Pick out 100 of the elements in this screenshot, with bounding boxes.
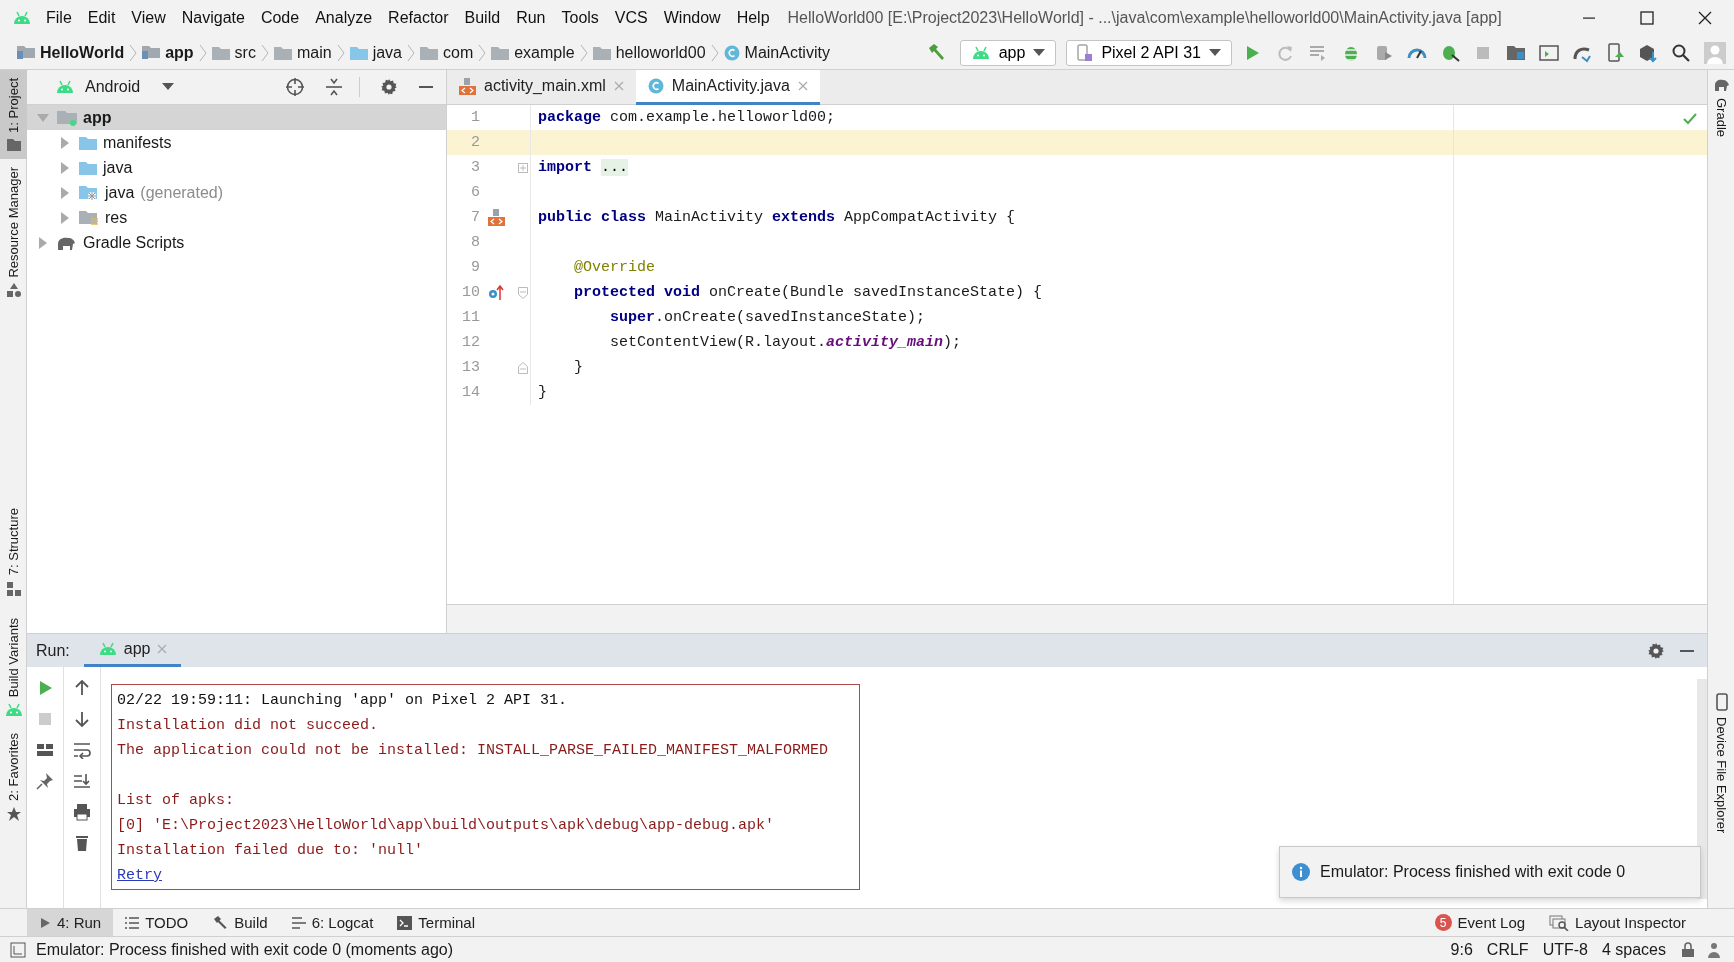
- layout-icon[interactable]: [36, 741, 54, 759]
- locate-icon[interactable]: [285, 77, 305, 97]
- menu-item[interactable]: Edit: [79, 9, 124, 27]
- chevron-icon: [579, 43, 588, 62]
- tool-window-tab[interactable]: 6: Logcat: [279, 909, 386, 936]
- tree-item[interactable]: app: [27, 105, 446, 130]
- chevron-icon: [129, 43, 138, 62]
- tree-item[interactable]: java (generated): [27, 180, 446, 205]
- collapsed-arrow-icon[interactable]: [37, 236, 49, 249]
- editor-tab[interactable]: activity_main.xml: [447, 70, 636, 105]
- run-panel-title: Run:: [36, 641, 70, 660]
- android-icon: [97, 642, 118, 656]
- print-icon[interactable]: [73, 803, 91, 821]
- breadcrumb-item[interactable]: main: [268, 43, 337, 62]
- tree-item[interactable]: manifests: [27, 130, 446, 155]
- status-item[interactable]: 4 spaces: [1601, 940, 1666, 959]
- delete-icon[interactable]: [73, 834, 91, 852]
- scrollbar[interactable]: [1697, 679, 1707, 899]
- retry-link[interactable]: Retry: [117, 867, 162, 884]
- soft-wrap-icon[interactable]: [73, 741, 91, 759]
- breadcrumb-item[interactable]: MainActivity: [718, 43, 835, 62]
- close-icon[interactable]: [1698, 11, 1712, 25]
- caret-icon: [1033, 48, 1046, 57]
- line-number: 1: [470, 109, 481, 126]
- menu-item[interactable]: Window: [655, 9, 729, 27]
- tool-window-tab[interactable]: 4: Run: [27, 909, 114, 936]
- down-arrow-icon[interactable]: [73, 710, 91, 728]
- tool-window-tab[interactable]: Layout Inspector: [1537, 909, 1698, 936]
- menu-item[interactable]: Analyze: [307, 9, 381, 27]
- lock-icon[interactable]: [1680, 941, 1696, 958]
- tool-window-tab[interactable]: 1: Project: [0, 70, 27, 159]
- pin-icon[interactable]: [36, 772, 54, 790]
- settings-icon[interactable]: [380, 78, 398, 96]
- tool-window-tab[interactable]: 5 Event Log: [1422, 909, 1538, 936]
- search-icon[interactable]: [1671, 42, 1691, 63]
- maximize-icon[interactable]: [1640, 11, 1654, 25]
- menu-item[interactable]: Tools: [553, 9, 607, 27]
- inspector-figure-icon[interactable]: [1706, 941, 1722, 958]
- tool-window-tab[interactable]: Device File Explorer: [1708, 685, 1734, 842]
- tool-window-tab[interactable]: 2: Favorites: [0, 725, 27, 830]
- package-download-icon[interactable]: [1638, 42, 1658, 63]
- status-item[interactable]: UTF-8: [1542, 940, 1588, 959]
- breadcrumb-item[interactable]: java: [344, 43, 407, 62]
- fold-collapse-icon[interactable]: [518, 286, 528, 299]
- tree-item[interactable]: java: [27, 155, 446, 180]
- run-configuration-dropdown[interactable]: app: [959, 39, 1057, 66]
- hammer-icon: [212, 914, 229, 931]
- menu-item[interactable]: Code: [252, 9, 308, 27]
- menu-item[interactable]: Refactor: [380, 9, 457, 27]
- collapse-all-icon[interactable]: [325, 78, 343, 96]
- collapsed-arrow-icon[interactable]: [59, 136, 71, 149]
- device-dropdown[interactable]: Pixel 2 API 31: [1066, 39, 1232, 66]
- breadcrumb-item[interactable]: src: [206, 43, 261, 62]
- collapsed-arrow-icon[interactable]: [59, 211, 71, 224]
- close-tab-icon[interactable]: [797, 81, 808, 91]
- project-view-dropdown[interactable]: Android: [39, 78, 179, 96]
- collapsed-arrow-icon[interactable]: [59, 161, 71, 174]
- elephant-icon: [1713, 78, 1730, 92]
- settings-icon[interactable]: [1647, 641, 1665, 660]
- scroll-to-end-icon[interactable]: [73, 772, 91, 790]
- status-item[interactable]: 9:6: [1450, 940, 1473, 959]
- close-tab-icon[interactable]: [613, 81, 624, 91]
- breadcrumb-item[interactable]: com: [415, 43, 479, 62]
- breadcrumb-item[interactable]: HelloWorld: [12, 43, 130, 62]
- fold-expand-icon[interactable]: [518, 162, 528, 173]
- tool-window-tab[interactable]: Build: [200, 909, 280, 936]
- breadcrumb-item[interactable]: helloworld00: [587, 43, 711, 62]
- run-tab[interactable]: app: [83, 634, 181, 667]
- menu-item[interactable]: File: [38, 9, 80, 27]
- breadcrumb-item[interactable]: example: [486, 43, 580, 62]
- info-icon: [1292, 863, 1310, 881]
- folder-icon: [273, 45, 292, 60]
- menu-item[interactable]: Help: [728, 9, 778, 27]
- tree-item[interactable]: Gradle Scripts: [27, 230, 446, 255]
- code-line: @Override: [573, 259, 656, 276]
- overrides-icon[interactable]: [488, 284, 504, 301]
- menu-item[interactable]: Build: [456, 9, 509, 27]
- editor-tab[interactable]: MainActivity.java: [635, 70, 820, 105]
- tool-window-tab[interactable]: 7: Structure: [0, 500, 27, 604]
- up-arrow-icon[interactable]: [73, 679, 91, 697]
- tool-window-tab[interactable]: TODO: [113, 909, 201, 936]
- menu-item[interactable]: View: [123, 9, 174, 27]
- line-number: 13: [461, 359, 481, 376]
- tool-window-tab[interactable]: Gradle: [1708, 70, 1734, 146]
- tool-window-tab[interactable]: Terminal: [385, 909, 488, 936]
- menu-item[interactable]: Run: [508, 9, 554, 27]
- fold-end-icon[interactable]: [518, 361, 528, 374]
- tool-windows-toggle-icon[interactable]: [10, 941, 26, 958]
- tool-window-tab[interactable]: Resource Manager: [0, 158, 27, 306]
- list-icon: [125, 916, 140, 929]
- tool-window-tab[interactable]: Build Variants: [0, 610, 27, 726]
- breadcrumb-item[interactable]: app: [137, 43, 199, 62]
- collapsed-arrow-icon[interactable]: [59, 186, 71, 199]
- avd-manager-icon[interactable]: [1539, 42, 1559, 63]
- menu-item[interactable]: Navigate: [173, 9, 253, 27]
- device-manager-icon[interactable]: [1605, 42, 1625, 63]
- line-number: 8: [470, 234, 481, 251]
- tree-item[interactable]: res: [27, 205, 446, 230]
- status-item[interactable]: CRLF: [1486, 940, 1529, 959]
- menu-item[interactable]: VCS: [606, 9, 656, 27]
